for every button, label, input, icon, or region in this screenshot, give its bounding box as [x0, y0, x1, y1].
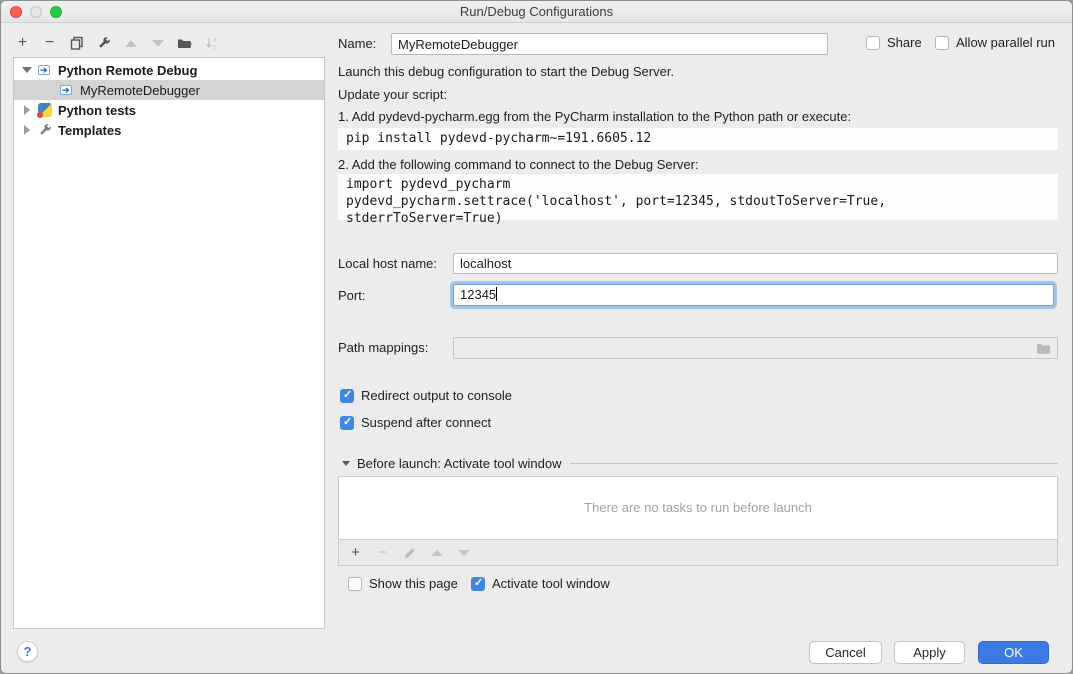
remove-task-icon: − — [375, 545, 390, 560]
local-host-name-label: Local host name: — [338, 256, 437, 271]
chevron-right-icon[interactable] — [24, 105, 30, 115]
remote-debug-icon: ➔ — [38, 63, 52, 77]
move-up-icon — [123, 36, 138, 51]
activate-tool-window-checkbox-box[interactable] — [471, 577, 485, 591]
task-up-icon — [429, 545, 444, 560]
allow-parallel-run-label: Allow parallel run — [956, 35, 1055, 50]
before-launch-title: Before launch: Activate tool window — [357, 456, 562, 471]
configuration-panel: Name: Share Allow parallel run Launch th… — [338, 23, 1058, 663]
question-mark-icon: ? — [24, 644, 32, 659]
task-down-icon — [456, 545, 471, 560]
python-icon — [38, 103, 52, 117]
task-list-toolbar: + − — [338, 540, 1058, 566]
path-mappings-label: Path mappings: — [338, 340, 428, 355]
apply-button[interactable]: Apply — [894, 641, 965, 664]
tree-item-myremotedebugger[interactable]: ➔ MyRemoteDebugger — [14, 80, 324, 100]
redirect-output-checkbox-box[interactable] — [340, 389, 354, 403]
tree-item-label: Templates — [58, 123, 121, 138]
activate-tool-window-label: Activate tool window — [492, 576, 610, 591]
tree-item-python-tests[interactable]: Python tests — [14, 100, 324, 120]
chevron-down-icon[interactable] — [22, 67, 32, 73]
path-mappings-input[interactable] — [453, 337, 1058, 359]
ok-button[interactable]: OK — [978, 641, 1049, 664]
run-debug-configurations-dialog: Run/Debug Configurations + − az ➔ Python… — [0, 0, 1073, 674]
before-launch-task-list[interactable]: There are no tasks to run before launch — [338, 476, 1058, 540]
redirect-output-checkbox[interactable]: Redirect output to console — [340, 388, 512, 403]
port-value: 12345 — [460, 287, 496, 302]
suspend-after-connect-checkbox-box[interactable] — [340, 416, 354, 430]
tree-item-label: Python Remote Debug — [58, 63, 197, 78]
remove-icon[interactable]: − — [42, 36, 57, 51]
show-this-page-label: Show this page — [369, 576, 458, 591]
tree-item-label: MyRemoteDebugger — [80, 83, 200, 98]
add-icon[interactable]: + — [15, 36, 30, 51]
name-label: Name: — [338, 36, 376, 51]
show-this-page-checkbox-box[interactable] — [348, 577, 362, 591]
activate-tool-window-checkbox[interactable]: Activate tool window — [471, 576, 610, 591]
cancel-button[interactable]: Cancel — [809, 641, 882, 664]
wrench-icon — [38, 123, 52, 137]
share-checkbox-box[interactable] — [866, 36, 880, 50]
before-launch-section-header[interactable]: Before launch: Activate tool window — [342, 456, 1058, 471]
redirect-output-label: Redirect output to console — [361, 388, 512, 403]
tree-item-python-remote-debug[interactable]: ➔ Python Remote Debug — [14, 60, 324, 80]
configurations-tree: ➔ Python Remote Debug ➔ MyRemoteDebugger… — [13, 57, 325, 629]
name-input[interactable] — [391, 33, 828, 55]
share-label: Share — [887, 35, 922, 50]
svg-text:z: z — [213, 45, 216, 51]
collapse-arrow-icon[interactable] — [342, 461, 350, 466]
suspend-after-connect-label: Suspend after connect — [361, 415, 491, 430]
chevron-right-icon[interactable] — [24, 125, 30, 135]
edit-templates-wrench-icon[interactable] — [96, 36, 111, 51]
configurations-toolbar: + − az — [15, 33, 219, 53]
empty-tasks-text: There are no tasks to run before launch — [339, 500, 1057, 515]
add-task-icon[interactable]: + — [348, 545, 363, 560]
text-caret — [496, 287, 497, 301]
move-down-icon — [150, 36, 165, 51]
allow-parallel-run-checkbox-box[interactable] — [935, 36, 949, 50]
step1-text: 1. Add pydevd-pycharm.egg from the PyCha… — [338, 109, 851, 124]
tree-item-templates[interactable]: Templates — [14, 120, 324, 140]
local-host-name-input[interactable] — [453, 253, 1058, 274]
update-script-text: Update your script: — [338, 87, 447, 102]
sort-alphabetically-icon: az — [204, 36, 219, 51]
window-title: Run/Debug Configurations — [1, 4, 1072, 19]
settrace-code-line2: pydevd_pycharm.settrace('localhost', por… — [346, 193, 1050, 227]
remote-debug-icon: ➔ — [60, 83, 74, 97]
launch-instruction-text: Launch this debug configuration to start… — [338, 64, 674, 79]
allow-parallel-run-checkbox[interactable]: Allow parallel run — [935, 35, 1055, 50]
browse-folder-icon[interactable] — [1036, 342, 1051, 355]
help-button[interactable]: ? — [17, 641, 38, 662]
new-folder-icon[interactable] — [177, 36, 192, 51]
suspend-after-connect-checkbox[interactable]: Suspend after connect — [340, 415, 491, 430]
port-input[interactable]: 12345 — [453, 284, 1054, 306]
settrace-code-line1: import pydevd_pycharm — [346, 176, 1050, 193]
port-label: Port: — [338, 288, 365, 303]
settrace-code-snippet[interactable]: import pydevd_pycharm pydevd_pycharm.set… — [338, 174, 1058, 220]
share-checkbox[interactable]: Share — [866, 35, 922, 50]
copy-icon[interactable] — [69, 36, 84, 51]
svg-text:a: a — [213, 38, 217, 44]
tree-item-label: Python tests — [58, 103, 136, 118]
title-bar[interactable]: Run/Debug Configurations — [1, 1, 1072, 23]
show-this-page-checkbox[interactable]: Show this page — [348, 576, 458, 591]
step2-text: 2. Add the following command to connect … — [338, 157, 699, 172]
edit-task-pencil-icon — [402, 545, 417, 560]
section-divider — [570, 463, 1058, 464]
pip-install-code-snippet[interactable]: pip install pydevd-pycharm~=191.6605.12 — [338, 128, 1058, 150]
